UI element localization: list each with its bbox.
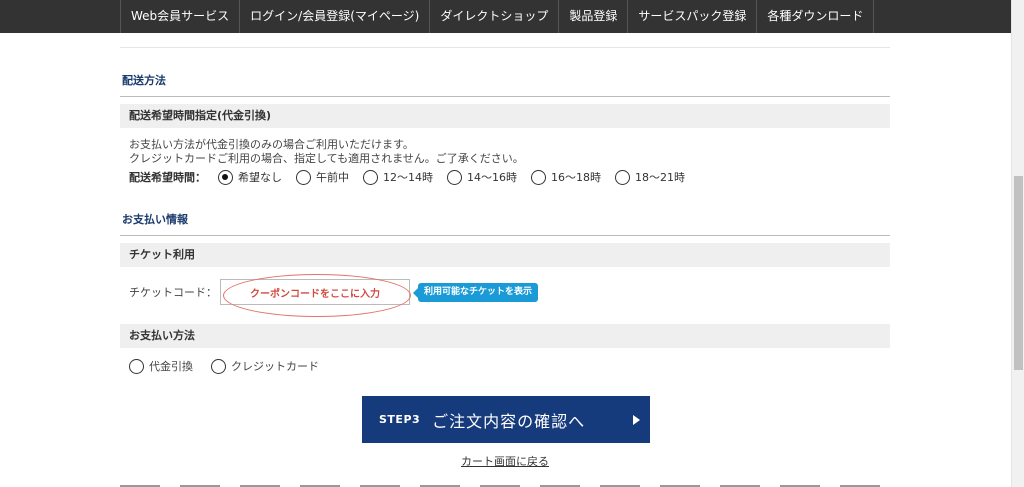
scrollbar-thumb[interactable] [1014, 176, 1023, 370]
payment-option-cod[interactable]: 代金引換 [129, 358, 193, 374]
payment-method-options: 代金引換 クレジットカード [129, 358, 337, 374]
section-title-shipping: 配送方法 [122, 74, 166, 87]
ticket-code-label: チケットコード： [129, 286, 217, 299]
cut-off-text [120, 483, 890, 487]
section-divider [120, 96, 890, 97]
payment-option-credit-card[interactable]: クレジットカード [211, 358, 319, 374]
back-to-cart-link[interactable]: カート画面に戻る [120, 453, 890, 469]
delivery-time-label: 配送希望時間： [129, 171, 206, 184]
radio-icon[interactable] [615, 169, 630, 185]
ticket-code-placeholder: クーポンコードをここに入力 [250, 289, 380, 300]
nav-item-login[interactable]: ログイン/会員登録(マイページ) [240, 0, 431, 33]
ticket-bar: チケット利用 [120, 243, 890, 267]
radio-icon[interactable] [447, 169, 462, 185]
ticket-code-input[interactable]: クーポンコードをここに入力 [220, 279, 410, 305]
delivery-option-18-21[interactable]: 18〜21時 [615, 169, 685, 185]
delivery-time-options: 配送希望時間： 希望なし 午前中 12〜14時 14〜16時 16〜18時 18… [129, 168, 699, 186]
delivery-option-12-14[interactable]: 12〜14時 [363, 169, 433, 185]
delivery-option-14-16[interactable]: 14〜16時 [447, 169, 517, 185]
divider [120, 47, 890, 48]
nav-list: Web会員サービス ログイン/会員登録(マイページ) ダイレクトショップ 製品登… [120, 0, 875, 33]
payment-method-bar: お支払い方法 [120, 324, 890, 348]
nav-item-product-registration[interactable]: 製品登録 [559, 0, 629, 33]
radio-icon[interactable] [363, 169, 378, 185]
radio-icon[interactable] [211, 358, 226, 374]
nav-item-web-member[interactable]: Web会員サービス [120, 0, 241, 33]
nav-item-direct-shop[interactable]: ダイレクトショップ [430, 0, 560, 33]
section-divider [120, 235, 890, 236]
nav-item-downloads[interactable]: 各種ダウンロード [757, 0, 875, 33]
delivery-option-16-18[interactable]: 16〜18時 [531, 169, 601, 185]
show-tickets-button[interactable]: 利用可能なチケットを表示 [412, 283, 539, 302]
radio-icon[interactable] [129, 358, 144, 374]
radio-icon[interactable] [296, 169, 311, 185]
delivery-note-2: クレジットカードご利用の場合、指定しても適用されません。ご了承ください。 [129, 152, 524, 165]
step-label: STEP3 [379, 413, 421, 426]
arrow-right-icon [633, 415, 640, 425]
delivery-option-morning[interactable]: 午前中 [296, 169, 349, 185]
top-navigation: Web会員サービス ログイン/会員登録(マイページ) ダイレクトショップ 製品登… [0, 0, 1011, 33]
radio-selected-icon[interactable] [218, 169, 233, 185]
nav-item-service-pack[interactable]: サービスパック登録 [628, 0, 758, 33]
delivery-time-bar: 配送希望時間指定(代金引換) [120, 104, 890, 128]
delivery-option-none[interactable]: 希望なし [218, 169, 282, 185]
step-text: ご注文内容の確認へ [432, 411, 586, 431]
radio-icon[interactable] [531, 169, 546, 185]
confirm-order-button[interactable]: STEP3 ご注文内容の確認へ [362, 396, 650, 443]
delivery-note-1: お支払い方法が代金引換のみの場合ご利用いただけます。 [129, 138, 414, 151]
vertical-scrollbar[interactable] [1011, 0, 1024, 487]
section-title-payment-info: お支払い情報 [122, 213, 188, 226]
